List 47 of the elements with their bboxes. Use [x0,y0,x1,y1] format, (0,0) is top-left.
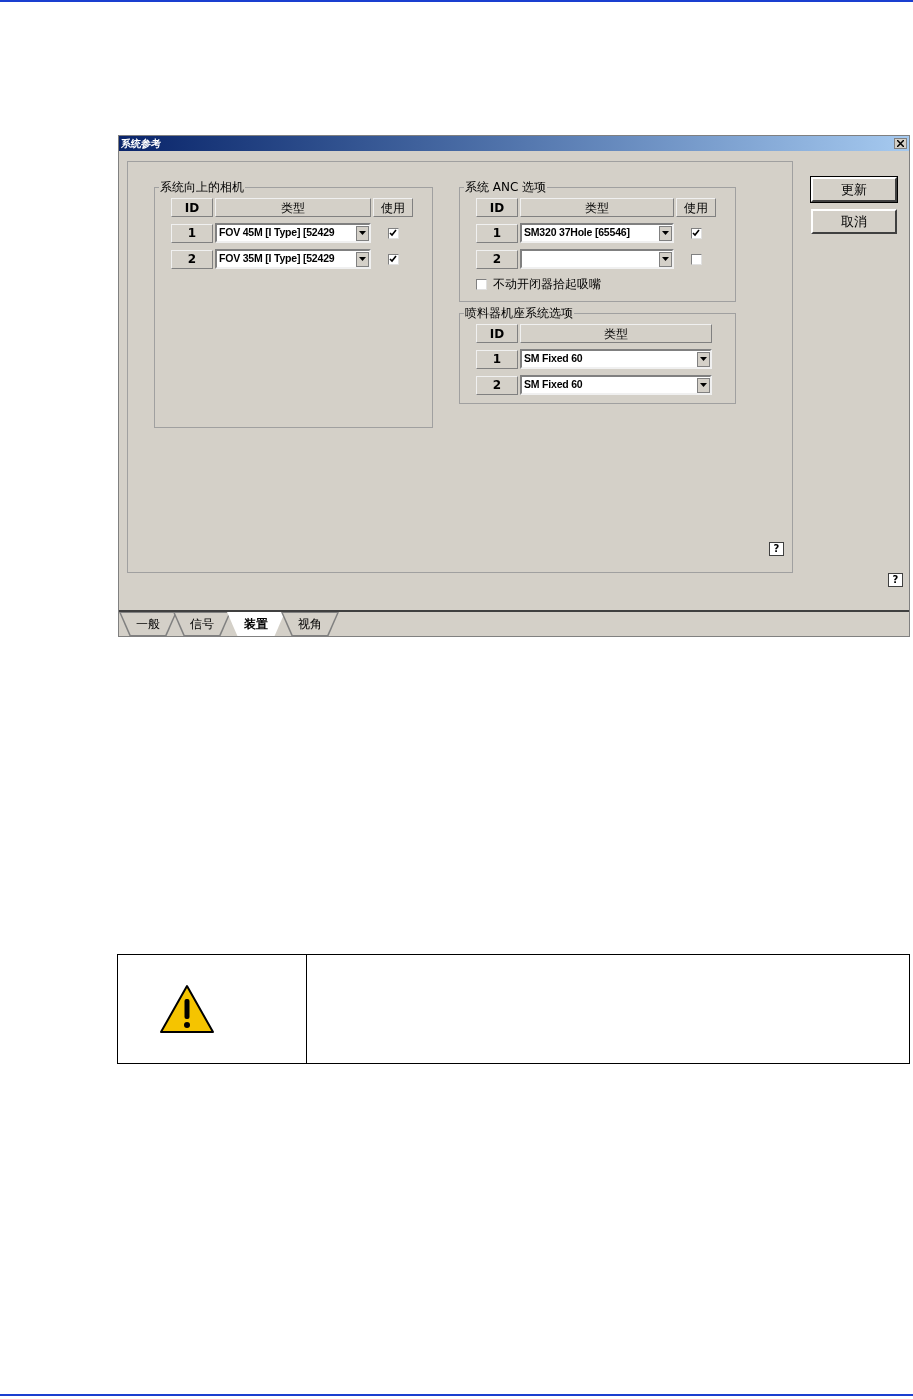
column-header: 类型 [215,198,371,217]
dialog-button[interactable]: 取消 [811,209,897,234]
close-icon [897,140,904,147]
dropdown[interactable]: SM Fixed 60 [520,375,712,395]
group-title: 喷料器机座系统选项 [464,305,574,322]
check-icon [692,229,700,237]
checkbox[interactable] [476,278,487,290]
caret-icon [662,257,669,261]
row-id: 1 [476,349,518,369]
checkbox[interactable] [690,253,702,265]
column-header: ID [171,198,213,217]
close-button[interactable] [894,138,907,149]
checkbox[interactable] [690,227,702,239]
caret-icon [359,257,366,261]
dialog-button[interactable]: 更新 [811,177,897,202]
caret-icon [700,383,707,387]
window-title: 系统参考 [121,138,161,149]
checkbox[interactable] [387,227,399,239]
checkbox-label: 不动开闭器拾起吸嘴 [493,276,601,293]
checkbox[interactable] [387,253,399,265]
caret-icon [662,231,669,235]
dropdown[interactable]: SM Fixed 60 [520,349,712,369]
tab[interactable]: 视角 [281,612,339,636]
check-icon [389,229,397,237]
column-header: ID [476,324,518,343]
dropdown[interactable]: FOV 45M [I Type] [52429 [215,223,371,243]
column-header: 使用 [373,198,413,217]
dropdown[interactable] [520,249,674,269]
row-id: 2 [171,249,213,269]
dropdown[interactable]: SM320 37Hole [65546] [520,223,674,243]
caret-icon [359,231,366,235]
row-id: 2 [476,375,518,395]
group-title: 系统 ANC 选项 [464,179,548,196]
caret-icon [700,357,707,361]
dropdown[interactable]: FOV 35M [I Type] [52429 [215,249,371,269]
help-button[interactable]: ? [888,573,903,587]
group-title: 系统向上的相机 [159,179,245,196]
warning-icon [159,984,215,1034]
row-id: 1 [171,223,213,243]
check-icon [389,255,397,263]
help-button[interactable]: ? [769,542,784,556]
row-id: 1 [476,223,518,243]
column-header: ID [476,198,518,217]
column-header: 类型 [520,324,712,343]
column-header: 类型 [520,198,674,217]
row-id: 2 [476,249,518,269]
column-header: 使用 [676,198,716,217]
